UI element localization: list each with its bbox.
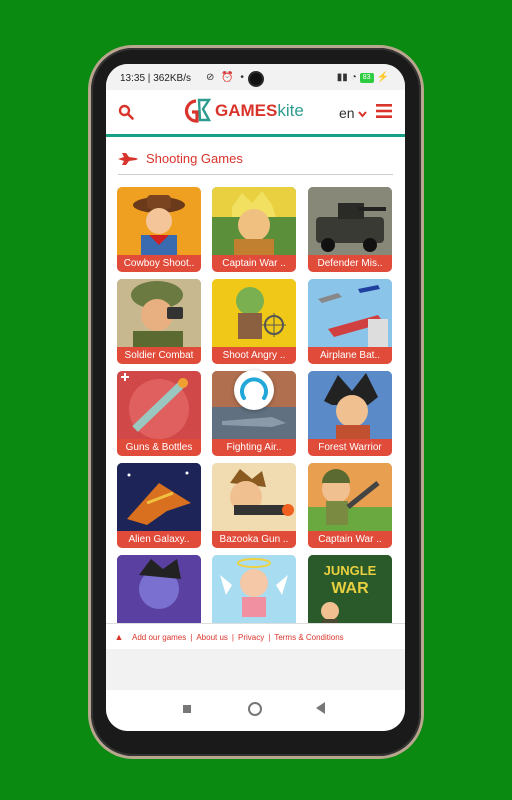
svg-text:WAR: WAR	[331, 580, 369, 597]
game-thumbnail	[117, 187, 201, 255]
game-title: Forest Warrior	[308, 439, 392, 456]
scroll-top-icon[interactable]: ▲	[106, 632, 132, 642]
footer-separator: |	[231, 632, 234, 642]
footer-link-privacy[interactable]: Privacy	[238, 633, 264, 642]
game-thumbnail	[212, 555, 296, 623]
game-title: Airplane Bat..	[308, 347, 392, 364]
footer-link-add-games[interactable]: Add our games	[132, 633, 186, 642]
game-thumbnail	[212, 187, 296, 255]
logo-text: GAMESkite	[215, 101, 304, 120]
game-thumbnail	[117, 555, 201, 623]
front-camera	[250, 73, 262, 85]
game-title: Shoot Angry ..	[212, 347, 296, 364]
menu-icon[interactable]	[376, 104, 392, 118]
main-content: Shooting Games Cowboy Shoot.. Captain Wa…	[106, 137, 405, 623]
language-value: en	[339, 105, 355, 121]
home-button[interactable]	[248, 702, 262, 716]
gameskite-logo[interactable]: GAMESkite	[183, 98, 304, 124]
game-thumbnail	[308, 371, 392, 439]
game-thumbnail	[117, 371, 201, 439]
system-nav-bar	[106, 690, 405, 731]
game-title: Fighting Air..	[212, 439, 296, 456]
signal-icon: ▮▮	[336, 72, 348, 83]
game-thumbnail	[308, 279, 392, 347]
game-thumbnail	[212, 463, 296, 531]
game-thumbnail	[117, 279, 201, 347]
game-tile[interactable]: Soldier Combat	[117, 279, 201, 364]
game-tile[interactable]: Cowboy Shoot..	[117, 187, 201, 272]
loading-icon	[240, 377, 268, 400]
game-tile[interactable]	[117, 555, 201, 623]
game-title: Soldier Combat	[117, 347, 201, 364]
chevron-down-icon	[358, 111, 368, 118]
game-thumbnail	[308, 187, 392, 255]
logo-mark-icon	[184, 98, 211, 123]
search-icon[interactable]	[118, 104, 134, 120]
game-tile[interactable]: Captain War ..	[212, 187, 296, 272]
footer-separator: |	[190, 632, 193, 642]
app-header: GAMESkite en	[106, 90, 405, 137]
game-tile[interactable]: Airplane Bat..	[308, 279, 392, 364]
fighter-jet-icon	[118, 152, 138, 165]
charging-icon: ⚡	[376, 72, 389, 83]
language-select[interactable]: en	[339, 105, 368, 121]
game-title: Defender Mis..	[308, 255, 392, 272]
category-divider	[118, 174, 393, 175]
status-time: 13:35 | 362KB/s	[120, 73, 191, 84]
battery-icon: 83	[359, 72, 374, 83]
notification-icons: ⊘ ⏰ •	[206, 72, 246, 83]
wifi-icon: ◔	[350, 72, 357, 83]
game-title: Alien Galaxy..	[117, 531, 201, 548]
game-tile[interactable]: Bazooka Gun ..	[212, 463, 296, 548]
recents-button[interactable]	[183, 705, 191, 713]
game-tile[interactable]: Captain War ..	[308, 463, 392, 548]
back-button[interactable]	[316, 702, 325, 714]
blank-area	[106, 649, 405, 690]
game-thumbnail	[308, 463, 392, 531]
status-right: ▮▮ ◔ 83 ⚡	[337, 72, 389, 83]
game-thumbnail	[212, 279, 296, 347]
phone-screen: 13:35 | 362KB/s ⊘ ⏰ • ▮▮ ◔ 83 ⚡ GAMESkit…	[106, 64, 405, 731]
game-tile[interactable]: Forest Warrior	[308, 371, 392, 456]
loading-spinner	[234, 370, 274, 410]
game-tile[interactable]: JUNGLE WAR	[308, 555, 392, 623]
footer-link-about[interactable]: About us	[196, 633, 228, 642]
game-tile[interactable]: Shoot Angry ..	[212, 279, 296, 364]
game-thumbnail	[117, 463, 201, 531]
game-tile[interactable]	[212, 555, 296, 623]
status-bar: 13:35 | 362KB/s ⊘ ⏰ • ▮▮ ◔ 83 ⚡	[106, 64, 405, 90]
category-heading: Shooting Games	[118, 151, 243, 166]
game-title: Captain War ..	[212, 255, 296, 272]
game-tile[interactable]: Guns & Bottles	[117, 371, 201, 456]
game-tile[interactable]: Alien Galaxy..	[117, 463, 201, 548]
game-title: Guns & Bottles	[117, 439, 201, 456]
game-title: Cowboy Shoot..	[117, 255, 201, 272]
footer-link-terms[interactable]: Terms & Conditions	[274, 633, 343, 642]
game-tile[interactable]: Defender Mis..	[308, 187, 392, 272]
game-title: Bazooka Gun ..	[212, 531, 296, 548]
footer-links: ▲ Add our games | About us | Privacy | T…	[106, 623, 405, 650]
footer-separator: |	[268, 632, 271, 642]
game-thumbnail: JUNGLE WAR	[308, 555, 392, 623]
category-title: Shooting Games	[146, 151, 243, 166]
svg-text:JUNGLE: JUNGLE	[324, 563, 377, 578]
game-title: Captain War ..	[308, 531, 392, 548]
